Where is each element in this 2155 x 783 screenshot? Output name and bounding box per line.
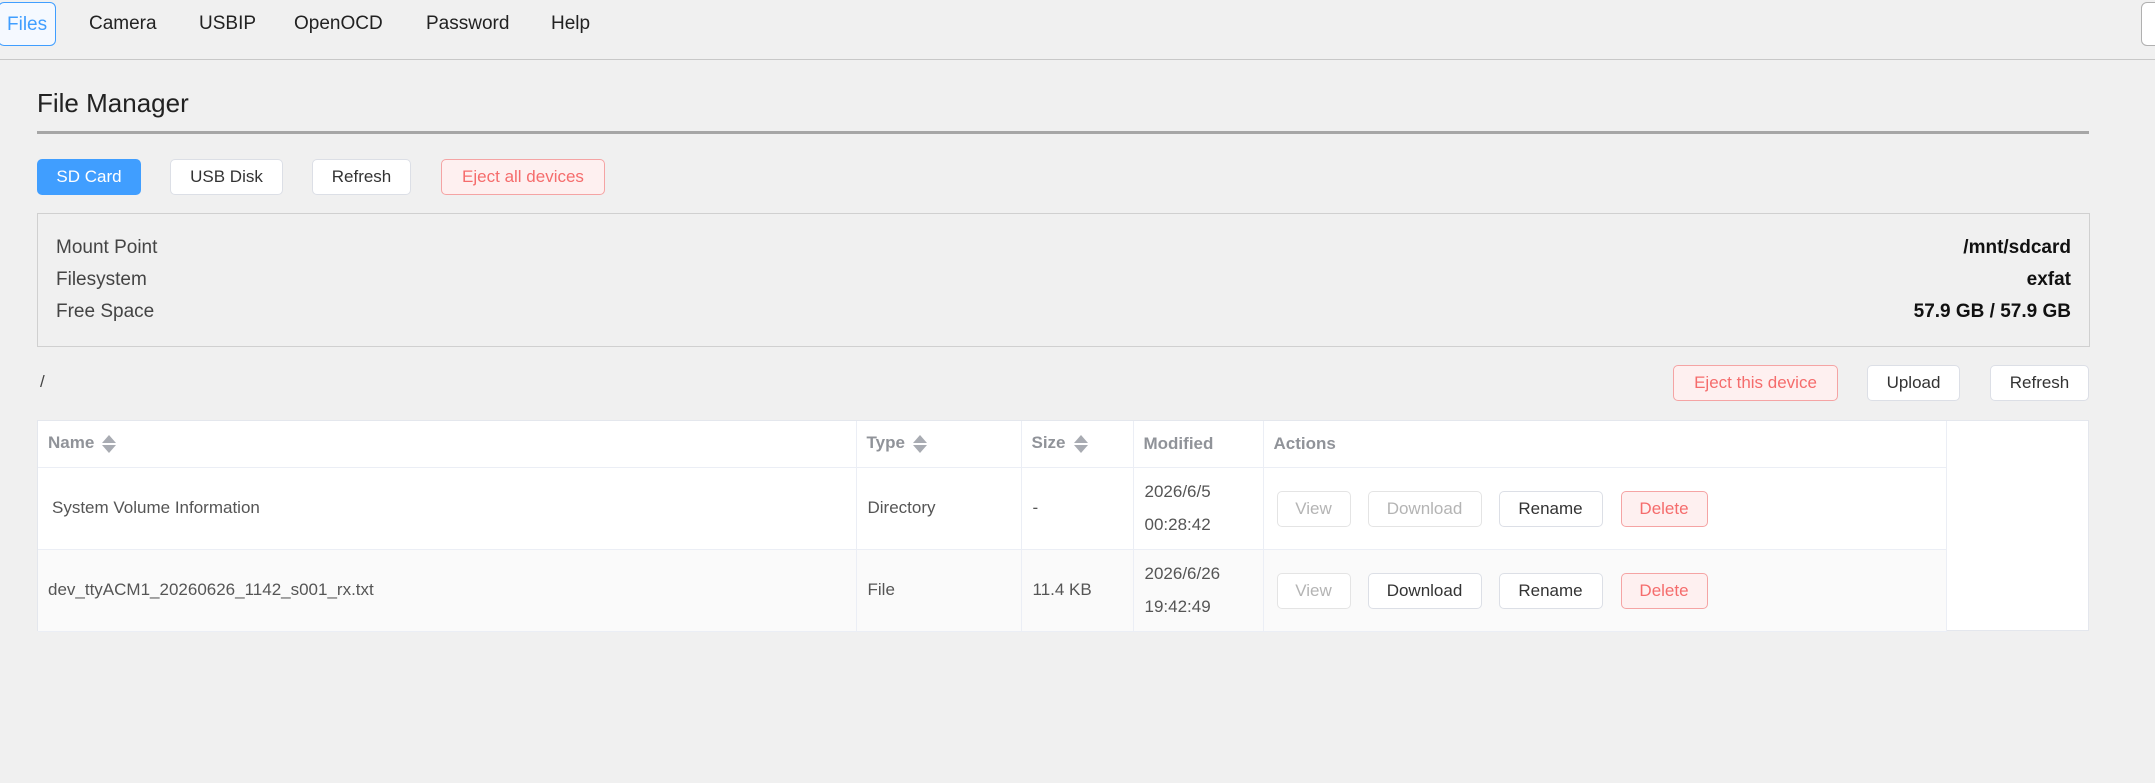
file-actions: View Download Rename Delete — [1263, 549, 1947, 632]
file-modified: 2026/6/26 19:42:49 — [1133, 549, 1264, 632]
nav-menu-button[interactable] — [2141, 2, 2155, 46]
tab-help[interactable]: Help — [551, 0, 590, 48]
size-header-label: Size — [1031, 433, 1066, 453]
tab-usbip[interactable]: USBIP — [199, 0, 256, 48]
view-button[interactable]: View — [1276, 490, 1351, 527]
filesystem-label: Filesystem — [56, 269, 147, 290]
modified-column-header: Modified — [1133, 421, 1264, 468]
sort-icon[interactable] — [1073, 434, 1088, 454]
free-space-row: Free Space 57.9 GB / 57.9 GB — [56, 301, 2071, 329]
view-button[interactable]: View — [1276, 572, 1351, 609]
file-table: Name Type Size Modified Actions System V… — [37, 420, 2089, 632]
file-name[interactable]: System Volume Information — [38, 467, 857, 550]
modified-date: 2026/6/5 — [1144, 482, 1211, 501]
delete-button[interactable]: Delete — [1620, 490, 1708, 527]
sort-icon[interactable] — [912, 434, 927, 454]
file-name[interactable]: dev_ttyACM1_20260626_1142_s001_rx.txt — [38, 549, 857, 632]
file-type: File — [856, 549, 1022, 632]
tab-camera[interactable]: Camera — [89, 0, 157, 48]
modified-time: 19:42:49 — [1144, 597, 1211, 616]
download-button[interactable]: Download — [1367, 490, 1482, 527]
size-column-header[interactable]: Size — [1021, 421, 1134, 468]
mount-point-row: Mount Point /mnt/sdcard — [56, 237, 2071, 265]
free-space-value: 57.9 GB / 57.9 GB — [1913, 301, 2071, 322]
delete-button[interactable]: Delete — [1620, 572, 1708, 609]
rename-button[interactable]: Rename — [1498, 490, 1603, 527]
free-space-label: Free Space — [56, 301, 155, 322]
name-header-label: Name — [48, 433, 95, 453]
eject-all-button[interactable]: Eject all devices — [441, 159, 605, 195]
refresh-files-button[interactable]: Refresh — [1990, 365, 2089, 401]
type-column-header[interactable]: Type — [856, 421, 1022, 468]
filesystem-value: exfat — [2026, 269, 2071, 290]
current-path: / — [40, 372, 45, 391]
file-actions: View Download Rename Delete — [1263, 467, 1947, 550]
device-info-panel: Mount Point /mnt/sdcard Filesystem exfat… — [37, 213, 2090, 347]
refresh-devices-button[interactable]: Refresh — [312, 159, 411, 195]
filesystem-row: Filesystem exfat — [56, 269, 2071, 297]
table-row: System Volume Information Directory - 20… — [38, 467, 1947, 550]
file-size: 11.4 KB — [1021, 549, 1134, 632]
download-button[interactable]: Download — [1367, 572, 1482, 609]
eject-device-button[interactable]: Eject this device — [1673, 365, 1838, 401]
mount-point-value: /mnt/sdcard — [1963, 237, 2071, 258]
table-header-row: Name Type Size Modified Actions — [38, 421, 1947, 468]
sort-icon[interactable] — [102, 434, 117, 454]
mount-point-label: Mount Point — [56, 237, 158, 258]
table-row: dev_ttyACM1_20260626_1142_s001_rx.txt Fi… — [38, 549, 1947, 632]
upload-button[interactable]: Upload — [1867, 365, 1960, 401]
sd-card-button[interactable]: SD Card — [37, 159, 141, 195]
modified-date: 2026/6/26 — [1144, 564, 1221, 583]
actions-column-header: Actions — [1263, 421, 1947, 468]
usb-disk-button[interactable]: USB Disk — [170, 159, 283, 195]
tab-openocd[interactable]: OpenOCD — [294, 0, 383, 48]
rename-button[interactable]: Rename — [1498, 572, 1603, 609]
tab-files[interactable]: Files — [0, 2, 57, 46]
name-column-header[interactable]: Name — [38, 421, 857, 468]
tab-password[interactable]: Password — [426, 0, 509, 48]
file-size: - — [1021, 467, 1134, 550]
top-nav: Files Camera USBIP OpenOCD Password Help — [0, 0, 2155, 60]
file-type: Directory — [856, 467, 1022, 550]
type-header-label: Type — [866, 433, 905, 453]
title-divider — [37, 131, 2089, 134]
page-title: File Manager — [37, 88, 189, 118]
modified-time: 00:28:42 — [1144, 515, 1211, 534]
file-modified: 2026/6/5 00:28:42 — [1133, 467, 1264, 550]
